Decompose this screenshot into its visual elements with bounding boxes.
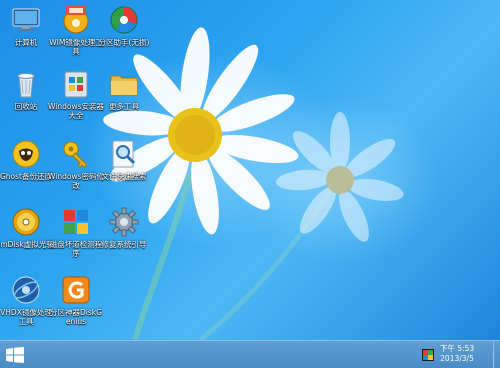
desktop-icon-label: 分区神器DiskGenius — [50, 308, 102, 326]
desktop-icon-computer[interactable]: 计算机 — [0, 4, 54, 47]
recycle-bin-icon — [17, 73, 35, 98]
wim-tool-icon — [63, 6, 89, 34]
desktop: 计算机 回收站 Ghost备份还原 imDisk虚拟光驱 VHDX镜像处理工具 … — [0, 0, 500, 368]
desktop-icon-label: 文件快速搜索 — [101, 172, 147, 181]
desktop-icon-label: 分区助手(无损) — [98, 38, 150, 47]
windows-installer-icon — [64, 71, 88, 98]
desktop-icon-label: 修复系统引导 — [101, 240, 147, 249]
clock-time: 下午 5:53 — [439, 344, 475, 353]
computer-icon — [12, 8, 40, 31]
desktop-icon-diskgenius[interactable]: 分区神器DiskGenius — [48, 274, 104, 326]
desktop-icon-label: 回收站 — [14, 102, 38, 111]
vhdx-icon — [12, 276, 40, 304]
desktop-icon-more-tools[interactable]: 更多工具 — [96, 68, 152, 111]
desktop-icon-label: imDisk虚拟光驱 — [0, 240, 54, 249]
partition-assistant-icon — [110, 6, 138, 34]
imdisk-icon — [12, 208, 40, 236]
desktop-icon-label: Ghost备份还原 — [0, 172, 52, 181]
desktop-icon-vhdx[interactable]: VHDX镜像处理工具 — [0, 274, 54, 326]
desktop-icon-ghost[interactable]: Ghost备份还原 — [0, 138, 54, 181]
desktop-icon-grid: 计算机 回收站 Ghost备份还原 imDisk虚拟光驱 VHDX镜像处理工具 … — [0, 0, 500, 340]
desktop-icon-label: 更多工具 — [109, 102, 139, 111]
file-search-icon — [112, 140, 136, 168]
windows-logo-icon[interactable] — [6, 347, 24, 363]
diskgenius-icon — [62, 276, 90, 304]
clock-date: 2013/3/5 — [440, 354, 474, 363]
desktop-icon-label: 计算机 — [14, 38, 38, 47]
desktop-icon-boot-repair[interactable]: 修复系统引导 — [96, 206, 152, 249]
taskbar-clock[interactable]: 下午 5:53 2013/3/5 — [428, 344, 486, 364]
desktop-icon-partition-assistant[interactable]: 分区助手(无损) — [96, 4, 152, 47]
show-desktop-button[interactable] — [493, 341, 500, 368]
desktop-icon-imdisk[interactable]: imDisk虚拟光驱 — [0, 206, 54, 249]
key-icon — [63, 141, 88, 168]
disk-check-icon — [64, 210, 88, 234]
ghost-icon — [12, 140, 40, 168]
desktop-icon-label: VHDX镜像处理工具 — [0, 308, 52, 326]
desktop-icon-recycle-bin[interactable]: 回收站 — [0, 68, 54, 111]
gear-icon — [109, 207, 139, 237]
taskbar: 下午 5:53 2013/3/5 — [0, 340, 500, 368]
folder-icon — [110, 75, 138, 96]
desktop-icon-file-search[interactable]: 文件快速搜索 — [96, 138, 152, 181]
